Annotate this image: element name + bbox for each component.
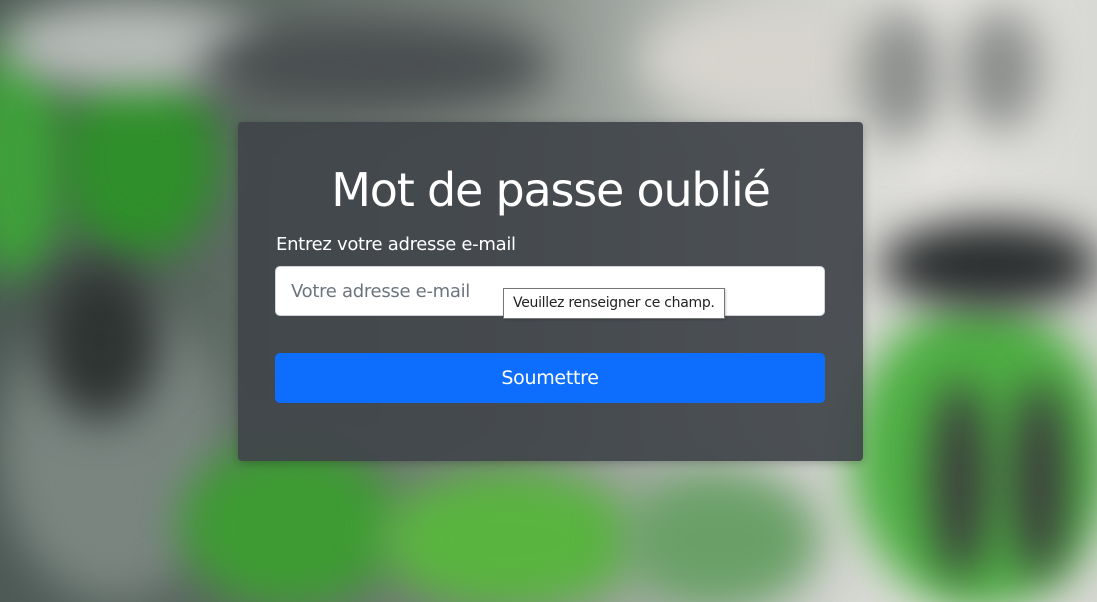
submit-button[interactable]: Soumettre [275,353,825,403]
email-label: Entrez votre adresse e-mail [276,234,516,255]
page-title: Mot de passe oublié [331,163,771,217]
validation-tooltip: Veuillez renseigner ce champ. [503,288,725,319]
